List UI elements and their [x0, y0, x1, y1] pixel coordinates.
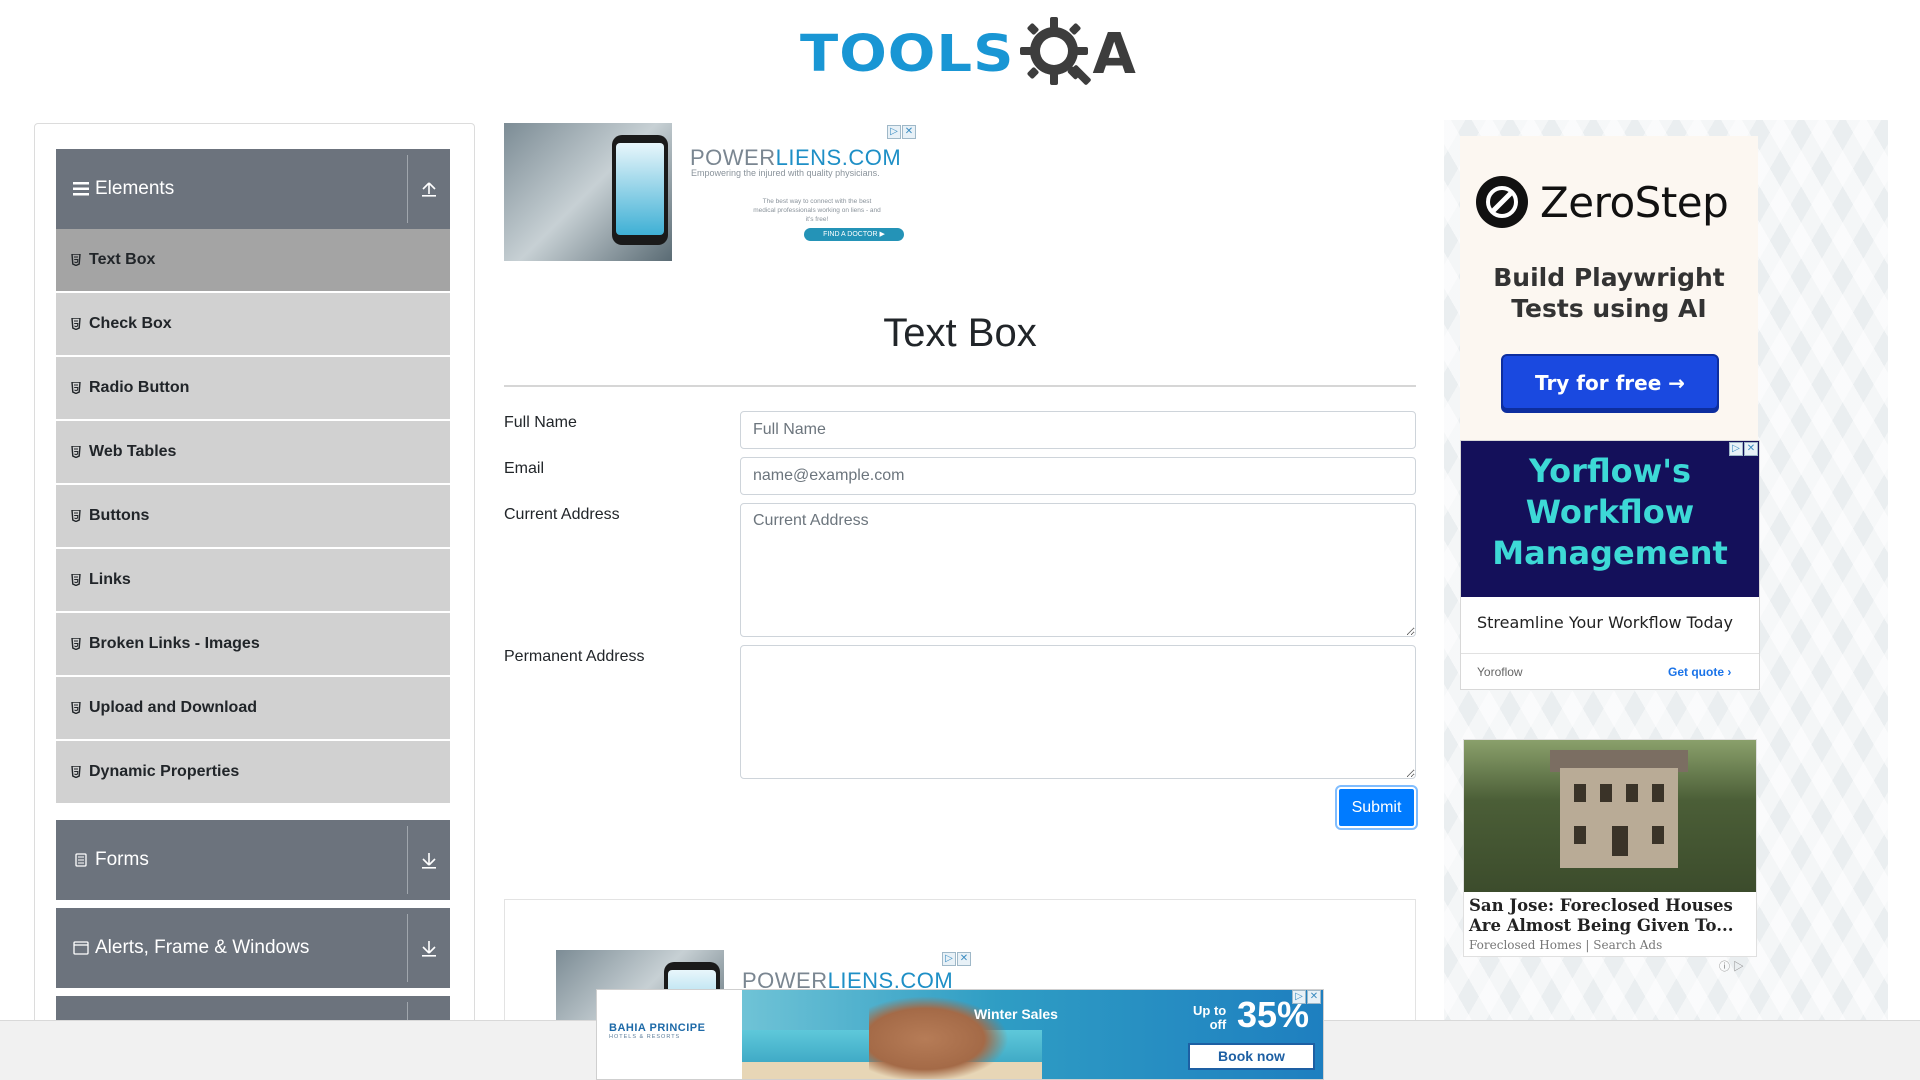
- permanent-address-label: Permanent Address: [504, 648, 645, 665]
- toolsqa-logo[interactable]: TOOLS A: [800, 14, 1136, 94]
- divider: [407, 826, 408, 894]
- yorflow-headline: Yorflow's Workflow Management: [1492, 452, 1728, 572]
- ad-headline: Winter Sales: [974, 1006, 1058, 1022]
- current-address-label: Current Address: [504, 506, 620, 523]
- adchoices-icon[interactable]: ▷: [887, 125, 901, 139]
- get-quote-link[interactable]: Get quote ›: [1668, 665, 1731, 679]
- adchoices-icon[interactable]: ▷: [942, 952, 956, 966]
- ad-small-text: The best way to connect with the best me…: [753, 198, 881, 223]
- ad-headline: San Jose: Foreclosed Houses Are Almost B…: [1469, 896, 1734, 935]
- html5-icon: [71, 638, 81, 650]
- logo-tools-text: TOOLS: [800, 24, 1015, 84]
- ad-close-icon[interactable]: ✕: [957, 952, 971, 966]
- adchoices-icon[interactable]: ⓘ ▷: [1719, 958, 1744, 974]
- zerostep-name: ZeroStep: [1540, 177, 1729, 227]
- gear-q-icon: [1020, 17, 1092, 85]
- sidebar-item-buttons[interactable]: Buttons: [56, 485, 450, 547]
- html5-icon: [71, 318, 81, 330]
- html5-icon: [71, 382, 81, 394]
- zerostep-ad[interactable]: ZeroStep Build Playwright Tests using AI…: [1460, 136, 1758, 441]
- bahia-principe-ad[interactable]: BAHIA PRINCIPE HOTELS & RESORTS Winter S…: [596, 989, 1324, 1080]
- divider: [407, 914, 408, 982]
- email-input[interactable]: [740, 457, 1416, 495]
- sidebar-item-upload-download[interactable]: Upload and Download: [56, 677, 450, 739]
- group-title: Forms: [95, 849, 149, 870]
- site-header: TOOLS A: [0, 0, 1920, 100]
- zerostep-headline: Build Playwright Tests using AI: [1493, 263, 1725, 323]
- full-name-label: Full Name: [504, 414, 577, 431]
- sidebar-item-check-box[interactable]: Check Box: [56, 293, 450, 355]
- group-header-elements[interactable]: Elements: [56, 149, 450, 229]
- zerostep-logo-icon: [1476, 176, 1528, 228]
- submit-button[interactable]: Submit: [1335, 785, 1418, 830]
- sidebar-item-label: Upload and Download: [89, 699, 257, 716]
- book-now-button[interactable]: Book now: [1188, 1043, 1315, 1070]
- ad-close-icon[interactable]: ✕: [1307, 990, 1321, 1004]
- sidebar-item-label: Links: [89, 571, 131, 588]
- html5-icon: [71, 702, 81, 714]
- permanent-address-textarea[interactable]: [740, 645, 1416, 779]
- html5-icon: [71, 510, 81, 522]
- ad-source: Foreclosed Homes | Search Ads: [1469, 938, 1663, 952]
- sidebar-item-label: Buttons: [89, 507, 150, 524]
- title-divider: [504, 385, 1416, 387]
- page-title: Text Box: [883, 311, 1037, 355]
- group-title: Alerts, Frame & Windows: [95, 937, 310, 958]
- up-to-text: Up to off: [1193, 1003, 1227, 1032]
- html5-icon: [71, 574, 81, 586]
- expand-down-icon[interactable]: [418, 936, 440, 960]
- sidebar-item-dynamic-properties[interactable]: Dynamic Properties: [56, 741, 450, 803]
- sidebar-item-label: Dynamic Properties: [89, 763, 240, 780]
- foreclosed-houses-ad[interactable]: San Jose: Foreclosed Houses Are Almost B…: [1463, 739, 1757, 957]
- yorflow-subline: Streamline Your Workflow Today: [1477, 613, 1733, 632]
- divider: [1461, 653, 1759, 654]
- current-address-textarea[interactable]: [740, 503, 1416, 637]
- sidebar-item-label: Web Tables: [89, 443, 177, 460]
- bahia-logo: BAHIA PRINCIPE HOTELS & RESORTS: [609, 1022, 706, 1040]
- list-icon: [73, 182, 89, 196]
- divider: [407, 155, 408, 223]
- full-name-input[interactable]: [740, 411, 1416, 449]
- logo-a-text: A: [1092, 21, 1136, 87]
- ad-tagline: Empowering the injured with quality phys…: [691, 168, 880, 178]
- right-ad-column: ZeroStep Build Playwright Tests using AI…: [1444, 120, 1888, 1080]
- sidebar-item-radio-button[interactable]: Radio Button: [56, 357, 450, 419]
- yorflow-brand: Yoroflow: [1477, 665, 1523, 679]
- adchoices-icon[interactable]: ▷: [1729, 442, 1743, 456]
- document-icon: [73, 853, 89, 867]
- sidebar-item-label: Broken Links - Images: [89, 635, 260, 652]
- html5-icon: [71, 766, 81, 778]
- ad-close-icon[interactable]: ✕: [902, 125, 916, 139]
- sidebar-item-label: Text Box: [89, 251, 156, 268]
- group-title: Elements: [95, 178, 175, 199]
- sidebar-item-label: Check Box: [89, 315, 172, 332]
- group-header-forms[interactable]: Forms: [56, 820, 450, 900]
- group-header-alerts[interactable]: Alerts, Frame & Windows: [56, 908, 450, 988]
- ad-photo: [504, 123, 672, 261]
- zerostep-logo: ZeroStep: [1476, 176, 1729, 228]
- sidebar-item-broken-links[interactable]: Broken Links - Images: [56, 613, 450, 675]
- sidebar-item-web-tables[interactable]: Web Tables: [56, 421, 450, 483]
- email-label: Email: [504, 460, 545, 477]
- try-free-button[interactable]: Try for free →: [1501, 354, 1719, 410]
- yorflow-banner: Yorflow's Workflow Management ▷ ✕: [1461, 441, 1759, 597]
- sidebar-item-label: Radio Button: [89, 379, 190, 396]
- sidebar-item-text-box[interactable]: Text Box: [56, 229, 450, 291]
- sidebar-item-links[interactable]: Links: [56, 549, 450, 611]
- adchoices-icon[interactable]: ▷: [1292, 990, 1306, 1004]
- window-icon: [73, 941, 89, 955]
- phone-image: [612, 135, 668, 245]
- powerliens-ad[interactable]: POWERLIENS.COM Empowering the injured wi…: [504, 123, 918, 261]
- ad-cta-button[interactable]: FIND A DOCTOR ▶: [804, 228, 904, 241]
- html5-icon: [71, 254, 81, 266]
- collapse-up-icon[interactable]: [418, 177, 440, 201]
- yorflow-ad[interactable]: Yorflow's Workflow Management ▷ ✕ Stream…: [1460, 440, 1760, 690]
- left-sidebar: Elements Text Box Check Box Radio Button…: [34, 123, 475, 1053]
- house-image: [1464, 740, 1756, 892]
- expand-down-icon[interactable]: [418, 848, 440, 872]
- ad-close-icon[interactable]: ✕: [1744, 442, 1758, 456]
- html5-icon: [71, 446, 81, 458]
